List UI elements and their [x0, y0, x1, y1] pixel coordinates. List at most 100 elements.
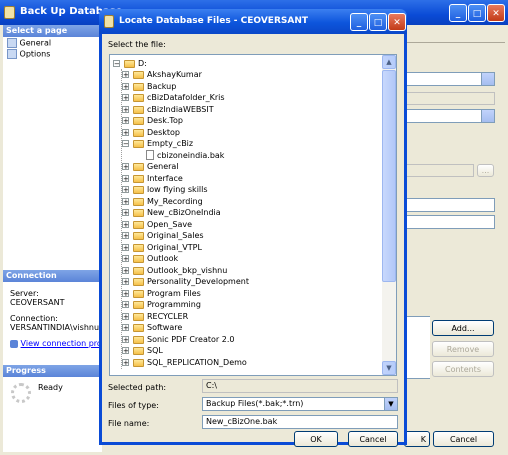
expand-icon[interactable]: +: [122, 71, 129, 79]
ok-button[interactable]: OK: [294, 431, 338, 447]
tree-item-label: Outlook: [147, 254, 179, 263]
tree-item-label: My_Recording: [147, 196, 203, 206]
expand-icon[interactable]: +: [122, 105, 129, 113]
name-field[interactable]: [402, 198, 495, 212]
database-icon: [4, 6, 15, 19]
contents-button[interactable]: Contents: [432, 361, 494, 377]
tree-item-label: cBizDatafolder_Kris: [147, 93, 225, 102]
expand-icon[interactable]: +: [122, 232, 129, 240]
expand-icon[interactable]: +: [122, 255, 129, 263]
scrollbar-thumb[interactable]: [382, 70, 396, 282]
tree-item-label: cbizoneindia.bak: [157, 150, 225, 160]
minimize-icon[interactable]: _: [449, 4, 467, 22]
database-dropdown[interactable]: [402, 72, 495, 86]
view-connection-link[interactable]: View connection prop: [10, 339, 102, 348]
description-field[interactable]: [402, 215, 495, 229]
tree-item-label: SQL: [147, 346, 163, 355]
backup-left-pane: Select a page General Options Connection…: [3, 25, 103, 452]
expand-icon[interactable]: +: [122, 266, 129, 274]
expand-icon[interactable]: +: [122, 324, 129, 332]
chevron-down-icon[interactable]: [481, 110, 494, 122]
expand-icon[interactable]: +: [122, 335, 129, 343]
expand-icon[interactable]: +: [122, 312, 129, 320]
tree-item-label: Sonic PDF Creator 2.0: [147, 334, 235, 344]
collapse-icon[interactable]: −: [113, 60, 120, 68]
expand-icon[interactable]: +: [122, 358, 129, 366]
close-icon[interactable]: ✕: [388, 13, 406, 31]
folder-icon: [133, 255, 144, 263]
scroll-down-icon[interactable]: ▼: [382, 361, 396, 375]
maximize-icon[interactable]: □: [468, 4, 486, 22]
close-icon[interactable]: ✕: [487, 4, 505, 22]
selected-path-label: Selected path:: [108, 383, 167, 392]
cancel-button[interactable]: Cancel: [348, 431, 398, 447]
folder-icon: [133, 312, 144, 321]
backup-set-field: [402, 164, 474, 177]
tree-item-label: cBizIndiaWEBSIT: [147, 104, 214, 114]
file-name-input[interactable]: New_cBizOne.bak: [202, 415, 398, 429]
folder-icon: [133, 117, 144, 125]
progress-spinner-icon: [11, 383, 31, 403]
backup-ok-button[interactable]: K: [404, 431, 430, 447]
expand-icon[interactable]: +: [122, 197, 129, 205]
folder-icon: [133, 197, 144, 206]
page-item-options[interactable]: Options: [7, 49, 50, 59]
expand-icon[interactable]: +: [122, 347, 129, 355]
file-tree[interactable]: − D: + AkshayKumar + Backup + cBizDatafolder_…: [109, 54, 397, 376]
tree-item-label: Desk.Top: [147, 116, 183, 125]
folder-icon: [133, 358, 144, 367]
connection-value: VERSANTINDIA\vishnum: [10, 323, 102, 332]
recovery-model-field: [402, 92, 495, 105]
expand-icon[interactable]: +: [122, 163, 129, 171]
connection-header: Connection: [3, 270, 102, 282]
collapse-icon[interactable]: −: [122, 140, 129, 148]
page-icon: [7, 49, 17, 59]
tree-item-label: RECYCLER: [147, 311, 189, 321]
expand-icon[interactable]: +: [122, 82, 129, 90]
expand-icon[interactable]: +: [122, 174, 129, 182]
expand-icon[interactable]: +: [122, 301, 129, 309]
folder-icon: [133, 209, 144, 217]
minimize-icon[interactable]: _: [350, 13, 368, 31]
select-file-label: Select the file:: [108, 40, 166, 49]
folder-icon: [133, 174, 144, 183]
backup-cancel-button[interactable]: Cancel: [433, 431, 494, 447]
expand-icon[interactable]: +: [122, 209, 129, 217]
add-button[interactable]: Add...: [432, 320, 494, 336]
folder-icon: [133, 128, 144, 137]
expand-icon[interactable]: +: [122, 243, 129, 251]
server-label: Server:: [10, 289, 39, 298]
folder-icon: [133, 140, 144, 148]
backup-type-dropdown[interactable]: [402, 109, 495, 123]
folder-icon: [133, 94, 144, 102]
tree-item-label: Software: [147, 323, 183, 332]
expand-icon[interactable]: +: [122, 94, 129, 102]
vertical-scrollbar[interactable]: ▲ ▼: [382, 55, 396, 375]
folder-icon: [133, 71, 144, 79]
folder-icon: [133, 335, 144, 344]
chevron-down-icon[interactable]: ▼: [384, 398, 397, 410]
expand-icon[interactable]: +: [122, 220, 129, 228]
tree-item-label: Original_VTPL: [147, 242, 202, 252]
browse-button[interactable]: ...: [477, 164, 494, 177]
dialog-titlebar[interactable]: Locate Database Files - CEOVERSANT _ □ ✕: [99, 9, 407, 34]
expand-icon[interactable]: +: [122, 128, 129, 136]
chevron-down-icon[interactable]: [481, 73, 494, 85]
dialog-body: Select the file: − D: + AkshayKumar + Backu…: [102, 34, 404, 447]
view-connection-label: View connection prop: [20, 339, 102, 348]
expand-icon[interactable]: +: [122, 117, 129, 125]
tree-item-label: Open_Save: [147, 219, 193, 229]
tree-item-label: Desktop: [147, 127, 180, 137]
scroll-up-icon[interactable]: ▲: [382, 55, 396, 69]
remove-button[interactable]: Remove: [432, 341, 494, 357]
tree-item-label: AkshayKumar: [147, 70, 202, 79]
folder-icon: [133, 301, 144, 309]
expand-icon[interactable]: +: [122, 289, 129, 297]
maximize-icon[interactable]: □: [369, 13, 387, 31]
page-item-general[interactable]: General: [7, 38, 51, 48]
expand-icon[interactable]: +: [122, 278, 129, 286]
expand-icon[interactable]: +: [122, 186, 129, 194]
folder-icon: [133, 289, 144, 298]
files-of-type-dropdown[interactable]: Backup Files(*.bak;*.trn) ▼: [202, 397, 398, 411]
dialog-title: Locate Database Files - CEOVERSANT: [119, 16, 308, 26]
